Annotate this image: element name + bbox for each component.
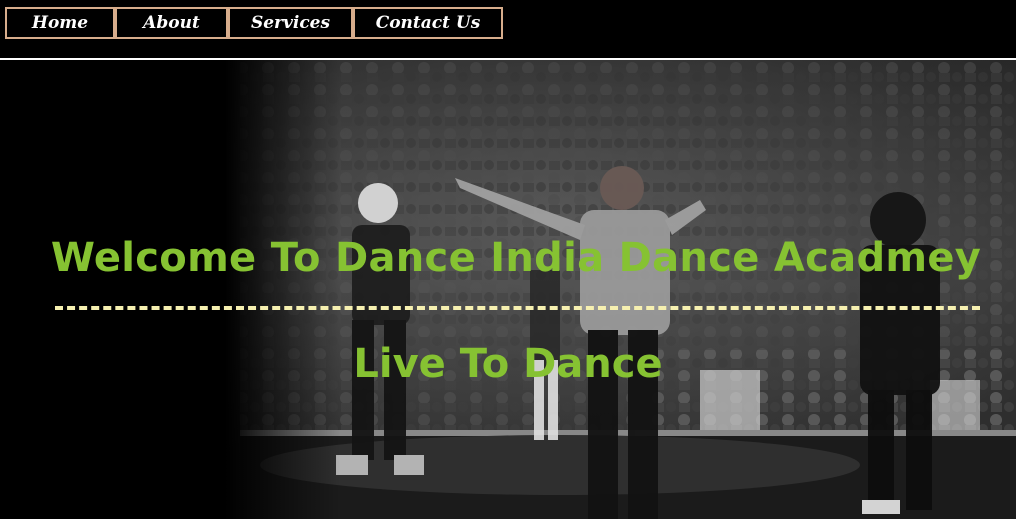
hero-banner [0, 60, 1016, 519]
nav-contact-us-link[interactable]: Contact Us [353, 7, 503, 39]
hero-dashed-divider [55, 306, 980, 310]
nav-services-link[interactable]: Services [228, 7, 353, 39]
hero-title: Welcome To Dance India Dance Acadmey [50, 235, 982, 281]
page: Home About Services Contact Us Welcome T… [0, 0, 1016, 519]
nav-about-link[interactable]: About [115, 7, 228, 39]
nav-home-link[interactable]: Home [5, 7, 115, 39]
hero-tagline: Live To Dance [353, 341, 663, 387]
hero-left-fade [0, 60, 1016, 519]
main-nav: Home About Services Contact Us [5, 7, 503, 39]
